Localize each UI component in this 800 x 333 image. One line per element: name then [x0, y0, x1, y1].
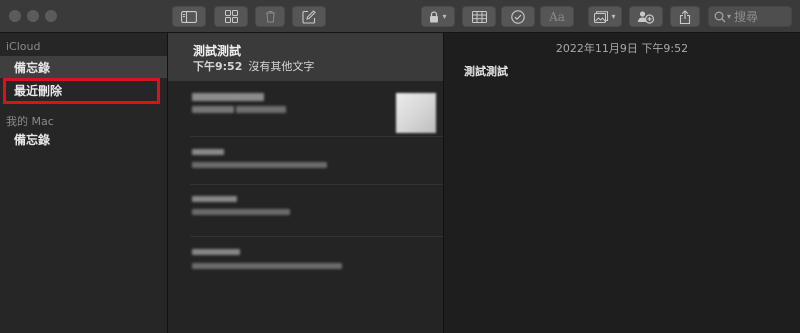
chevron-down-icon: ▾	[442, 12, 447, 21]
redacted-text	[192, 196, 237, 202]
table-button[interactable]	[462, 6, 496, 27]
note-meta: 下午9:52 沒有其他文字	[193, 58, 314, 74]
sidebar-item-notes-mac[interactable]: 備忘錄	[0, 128, 167, 150]
new-note-button[interactable]	[292, 6, 326, 27]
divider	[190, 184, 443, 185]
note-list-item[interactable]	[168, 139, 443, 189]
redacted-text	[192, 149, 224, 155]
share-icon	[679, 9, 691, 24]
sidebar-item-label: 備忘錄	[14, 60, 51, 75]
close-window-button[interactable]	[9, 10, 21, 22]
toolbar: ▾ Aa ▾ ▾ 搜尋	[0, 0, 800, 33]
collaborate-button[interactable]	[629, 6, 663, 27]
media-button[interactable]: ▾	[588, 6, 622, 27]
redacted-text	[192, 209, 290, 215]
zoom-window-button[interactable]	[45, 10, 57, 22]
note-list-item-selected[interactable]: 測試測試 下午9:52 沒有其他文字	[168, 33, 443, 81]
note-time: 下午9:52	[193, 60, 243, 73]
checklist-button[interactable]	[501, 6, 535, 27]
note-date: 2022年11月9日 下午9:52	[555, 42, 689, 55]
search-icon	[714, 11, 726, 22]
toggle-sidebar-button[interactable]	[172, 6, 206, 27]
checkmark-circle-icon	[511, 9, 525, 24]
delete-button[interactable]	[255, 6, 285, 27]
redacted-text	[192, 162, 327, 168]
divider	[190, 136, 443, 137]
add-people-icon	[638, 10, 655, 24]
redacted-text	[192, 106, 234, 113]
search-input[interactable]	[734, 9, 791, 24]
photo-icon	[594, 10, 609, 23]
note-editor[interactable]: 2022年11月9日 下午9:52 測試測試	[444, 33, 800, 333]
compose-icon	[302, 9, 316, 24]
text-format-icon: Aa	[549, 9, 565, 24]
lock-button[interactable]: ▾	[421, 6, 455, 27]
share-button[interactable]	[670, 6, 700, 27]
sidebar-group-my-mac: 我的 Mac	[6, 115, 54, 128]
chevron-down-icon: ▾	[611, 12, 616, 21]
note-list-item[interactable]	[168, 187, 443, 237]
search-field[interactable]: ▾	[708, 6, 792, 27]
note-list-item[interactable]	[168, 85, 443, 135]
sidebar-group-icloud: iCloud	[6, 40, 41, 53]
minimize-window-button[interactable]	[27, 10, 39, 22]
chevron-down-icon: ▾	[727, 12, 732, 21]
note-thumbnail	[396, 93, 436, 133]
divider	[190, 236, 443, 237]
sidebar-item-label: 最近刪除	[14, 83, 63, 98]
sidebar-item-notes-icloud[interactable]: 備忘錄	[0, 56, 167, 78]
lock-icon	[430, 10, 439, 22]
sidebar-icon	[181, 10, 197, 23]
sidebar-item-recently-deleted[interactable]: 最近刪除	[0, 79, 167, 101]
trash-icon	[265, 11, 275, 23]
note-title: 測試測試	[193, 44, 242, 58]
redacted-text	[192, 249, 240, 255]
note-body[interactable]: 測試測試	[464, 63, 508, 79]
redacted-text	[236, 106, 286, 113]
gallery-view-button[interactable]	[214, 6, 248, 27]
grid-icon	[224, 10, 238, 23]
note-preview: 沒有其他文字	[248, 60, 315, 73]
redacted-text	[192, 263, 342, 269]
sidebar: iCloud 備忘錄 最近刪除 我的 Mac 備忘錄	[0, 33, 168, 333]
redacted-text	[192, 93, 264, 101]
format-button[interactable]: Aa	[540, 6, 574, 27]
note-list: 測試測試 下午9:52 沒有其他文字	[168, 33, 444, 333]
table-icon	[471, 10, 487, 23]
note-list-item[interactable]	[168, 239, 443, 289]
sidebar-item-label: 備忘錄	[14, 132, 51, 147]
